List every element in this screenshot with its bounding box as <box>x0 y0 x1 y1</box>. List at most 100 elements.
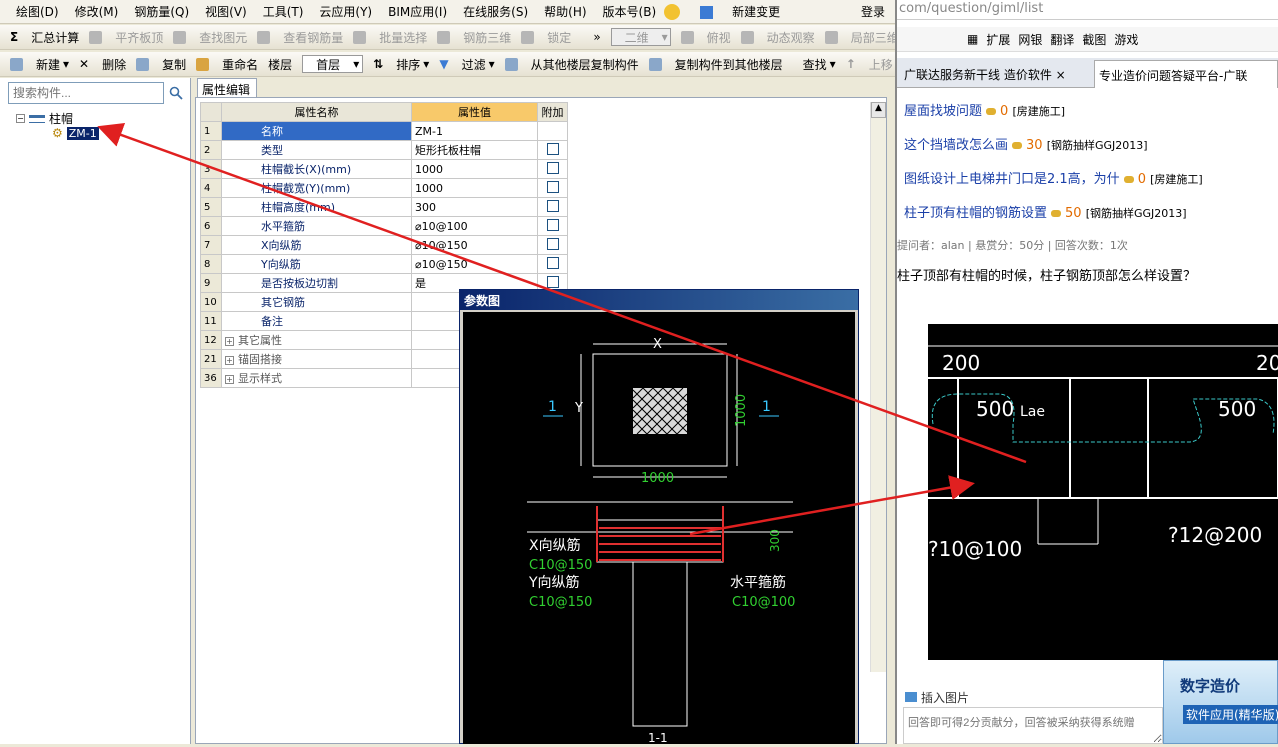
copy-to-floor-button[interactable]: 复制构件到其他楼层 <box>648 56 783 73</box>
screenshot-button[interactable]: 截图 <box>1082 31 1106 48</box>
row-name-text: X向纵筋 <box>261 239 302 252</box>
cad-lae: Lae <box>1020 404 1045 420</box>
menu-help[interactable]: 帮助(H) <box>544 3 586 20</box>
copy-from-floor-button[interactable]: 从其他楼层复制构件 <box>504 56 639 73</box>
scroll-up-icon[interactable]: ▲ <box>871 102 886 118</box>
table-row[interactable]: 1 名称 ZM-1 <box>200 121 568 141</box>
row-value[interactable]: ⌀10@100 <box>411 216 538 236</box>
collapse-icon[interactable]: − <box>16 114 25 123</box>
browser-tab-2[interactable]: 专业造价问题答疑平台-广联 <box>1094 60 1278 88</box>
question-item-3[interactable]: 图纸设计上电梯井门口是2.1高，为什 0 [房建施工] <box>904 168 1203 187</box>
align-slab-top-button[interactable]: 平齐板顶 <box>89 29 163 46</box>
new-label: 新建 <box>36 57 61 72</box>
login-link[interactable]: 登录 <box>861 3 885 20</box>
expand-icon[interactable]: + <box>225 374 234 384</box>
translate-button[interactable]: 翻译 <box>1050 31 1074 48</box>
find-button[interactable]: 查找 ▾ <box>793 56 836 73</box>
summary-calc-button[interactable]: Σ 汇总计算 <box>10 29 79 46</box>
rebar-3d-button[interactable]: 钢筋三维 <box>437 29 511 46</box>
floor-select[interactable]: 首层 ▾ <box>302 55 364 73</box>
table-row[interactable]: 3 柱帽截长(X)(mm) 1000 <box>200 159 568 179</box>
question-item-2[interactable]: 这个挡墙改怎么画 30 [钢筋抽样GGJ2013] <box>904 134 1148 153</box>
question-item-4[interactable]: 柱子顶有柱帽的钢筋设置 50 [钢筋抽样GGJ2013] <box>904 202 1187 221</box>
menu-online[interactable]: 在线服务(S) <box>463 3 528 20</box>
row-value[interactable]: 1000 <box>411 178 538 198</box>
extra-checkbox[interactable] <box>546 180 559 193</box>
top-view-button[interactable]: 俯视 <box>680 29 731 46</box>
row-value[interactable]: ZM-1 <box>411 121 538 141</box>
copy-button[interactable]: 复制 <box>136 56 186 73</box>
orbit-button[interactable]: 动态观察 <box>740 29 815 46</box>
face-icon[interactable] <box>664 3 681 20</box>
extend-button[interactable]: 扩展 <box>986 31 1010 48</box>
row-value[interactable]: ⌀10@150 <box>411 254 538 274</box>
menu-cloud[interactable]: 云应用(Y) <box>319 3 372 20</box>
tree-node-zm1[interactable]: ⚙ ZM-1 <box>52 126 99 140</box>
new-icon <box>10 57 23 71</box>
view-mode-select[interactable]: 二维 ▾ <box>610 28 671 46</box>
new-button[interactable]: 新建 ▾ <box>10 56 69 73</box>
expand-icon[interactable]: + <box>225 336 234 346</box>
extra-checkbox[interactable] <box>546 142 559 155</box>
menu-rebar[interactable]: 钢筋量(Q) <box>134 3 189 20</box>
ad-banner[interactable] <box>1163 660 1278 744</box>
insert-image-button[interactable]: 插入图片 <box>905 689 969 706</box>
question-category: [房建施工] <box>1012 105 1066 118</box>
table-row[interactable]: 7 X向纵筋 ⌀10@150 <box>200 235 568 255</box>
menu-modify[interactable]: 修改(M) <box>75 3 119 20</box>
align-label: 平齐板顶 <box>115 30 164 45</box>
extra-checkbox[interactable] <box>546 199 559 212</box>
close-icon[interactable]: × <box>1056 68 1066 82</box>
expand-icon[interactable]: + <box>225 355 234 365</box>
component-search-input[interactable] <box>8 82 164 104</box>
table-row[interactable]: 5 柱帽高度(mm) 300 <box>200 197 568 217</box>
address-bar[interactable]: com/question/giml/list <box>897 0 1278 20</box>
grid-scrollbar[interactable]: ▲ <box>870 102 886 672</box>
menu-tools[interactable]: 工具(T) <box>263 3 304 20</box>
batch-select-button[interactable]: 批量选择 <box>353 29 427 46</box>
tab-property-edit[interactable]: 属性编辑 <box>197 78 257 97</box>
apps-icon[interactable]: ▦ <box>967 32 978 46</box>
table-row[interactable]: 4 柱帽截宽(Y)(mm) 1000 <box>200 178 568 198</box>
sort-button[interactable]: ⇅ 排序 ▾ <box>373 56 429 73</box>
filter-button[interactable]: ▼ 过滤 ▾ <box>439 56 494 73</box>
row-value[interactable]: 1000 <box>411 159 538 179</box>
browser-tab-1[interactable]: 广联达服务新干线 造价软件 × <box>900 60 1088 88</box>
table-row[interactable]: 2 类型 矩形托板柱帽 <box>200 140 568 160</box>
menu-version[interactable]: 版本号(B) <box>603 3 657 20</box>
extra-checkbox[interactable] <box>546 161 559 174</box>
menu-bar: 绘图(D) 修改(M) 钢筋量(Q) 视图(V) 工具(T) 云应用(Y) BI… <box>0 0 895 24</box>
move-up-button[interactable]: ↑ 上移 <box>846 56 893 73</box>
menu-view[interactable]: 视图(V) <box>205 3 247 20</box>
sigma-icon: Σ <box>10 30 19 44</box>
overflow-chevron-icon[interactable]: » <box>593 30 600 44</box>
view-rebar-button[interactable]: 查看钢筋量 <box>257 29 343 46</box>
extra-checkbox[interactable] <box>546 275 559 288</box>
table-row[interactable]: 6 水平箍筋 ⌀10@100 <box>200 216 568 236</box>
dialog-title[interactable]: 参数图 <box>460 290 858 310</box>
row-value[interactable]: 300 <box>411 197 538 217</box>
new-change-link[interactable]: 新建变更 <box>684 3 780 20</box>
table-row[interactable]: 8 Y向纵筋 ⌀10@150 <box>200 254 568 274</box>
rename-button[interactable]: 重命名 <box>196 56 258 73</box>
lock-button[interactable]: 锁定 <box>521 29 571 46</box>
menu-draw[interactable]: 绘图(D) <box>16 3 59 20</box>
tree-node-column-cap[interactable]: − 柱帽 <box>16 110 73 127</box>
search-icon[interactable] <box>166 83 186 103</box>
row-number: 3 <box>200 159 222 179</box>
games-button[interactable]: 游戏 <box>1114 31 1138 48</box>
extra-checkbox[interactable] <box>546 218 559 231</box>
rebar-3d-label: 钢筋三维 <box>463 30 512 45</box>
extra-checkbox[interactable] <box>546 237 559 250</box>
question-item-1[interactable]: 屋面找坡问题 0 [房建施工] <box>904 100 1065 119</box>
bank-button[interactable]: 网银 <box>1018 31 1042 48</box>
row-name: Y向纵筋 <box>221 254 412 274</box>
local-3d-button[interactable]: 局部三维 <box>824 29 895 46</box>
menu-bim[interactable]: BIM应用(I) <box>388 3 447 20</box>
row-value[interactable]: ⌀10@150 <box>411 235 538 255</box>
extra-checkbox[interactable] <box>546 256 559 269</box>
find-element-button[interactable]: 查找图元 <box>173 29 247 46</box>
answer-input[interactable] <box>903 707 1163 744</box>
row-value[interactable]: 矩形托板柱帽 <box>411 140 538 160</box>
delete-button[interactable]: ✕ 删除 <box>79 56 126 73</box>
